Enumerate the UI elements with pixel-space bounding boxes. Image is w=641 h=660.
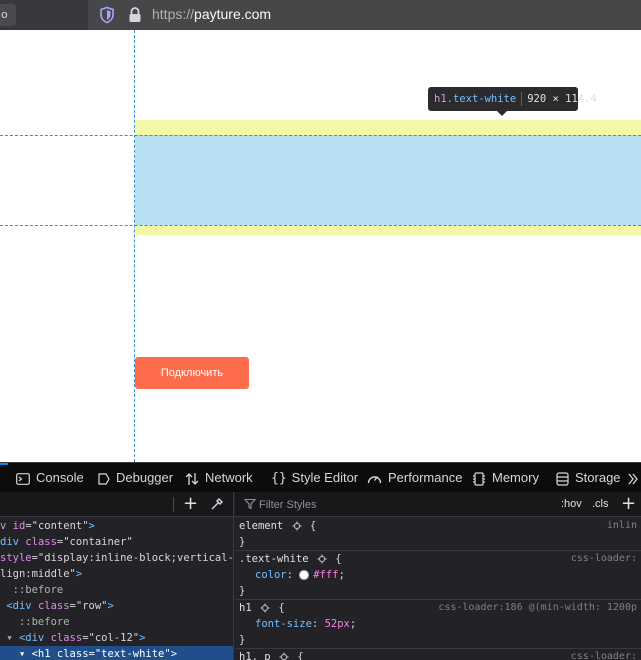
gear-icon[interactable] [260, 603, 270, 613]
filter-icon [244, 498, 256, 510]
tab-network-label: Network [205, 470, 253, 485]
rule-close: } [239, 536, 246, 548]
rule-selector[interactable]: h1, p [239, 651, 271, 660]
rule-h1: h1 { font-size: 52px; } css-loader:186 @… [235, 600, 641, 649]
lock-icon[interactable] [127, 6, 143, 24]
rule-source[interactable]: inlin [607, 518, 637, 534]
tab-console[interactable]: Console [16, 463, 84, 493]
rule-close: } [239, 634, 246, 646]
rule-source[interactable]: css-loader: [571, 551, 637, 567]
guide-vertical [134, 30, 135, 462]
tooltip-dimensions: 920 × 114.4 [527, 93, 597, 105]
eyedropper-icon[interactable] [210, 497, 224, 511]
url-host: payture.com [194, 6, 272, 22]
gear-icon[interactable] [317, 554, 327, 564]
page-viewport: h1.text-white 920 × 114.4 Подключить [0, 30, 641, 462]
active-tab-indicator [0, 463, 8, 465]
rule-open: { [335, 553, 342, 565]
storage-icon [556, 471, 569, 486]
rule-source[interactable]: css-loader: [571, 649, 637, 660]
tab-console-label: Console [36, 470, 84, 485]
tab-debugger[interactable]: Debugger [98, 463, 173, 493]
property-value[interactable]: 52px [325, 618, 350, 630]
highlight-content-box [135, 135, 641, 225]
markup-line[interactable]: style="display:inline-block;vertical- [0, 550, 233, 566]
overflow-icon [628, 473, 638, 484]
tooltip-class: .text-white [446, 93, 517, 105]
add-node-button[interactable]: + [183, 493, 198, 515]
markup-tree[interactable]: v id="content"> div class="container" st… [0, 518, 233, 660]
rule-selector[interactable]: .text-white [239, 553, 309, 565]
class-toggle[interactable]: .cls [592, 492, 609, 517]
tab-network[interactable]: Network [185, 463, 253, 493]
guide-horizontal-top [0, 135, 641, 136]
markup-line[interactable]: v id="content"> [0, 518, 233, 534]
markup-toolbar: + [0, 492, 233, 517]
rule-open: { [309, 520, 317, 532]
markup-line-selected[interactable]: ▾ <h1 class="text-white"> [0, 646, 233, 660]
tab-edge[interactable]: o [0, 4, 16, 26]
connect-button[interactable]: Подключить [135, 357, 249, 389]
property-name[interactable]: color [239, 569, 287, 581]
rule-text-white: .text-white { color: #fff; } css-loader: [235, 551, 641, 600]
rule-open: { [297, 651, 304, 660]
markup-line[interactable]: div class="container" [0, 534, 233, 550]
markup-pane: + v id="content"> div class="container" … [0, 492, 234, 660]
inspector-tooltip: h1.text-white 920 × 114.4 [428, 87, 597, 111]
tab-memory[interactable]: Memory [472, 463, 539, 493]
rules-toolbar: :hov .cls + [235, 492, 641, 517]
property-value[interactable]: #fff [313, 569, 338, 581]
rule-h1-p: h1, p { css-loader: [235, 649, 641, 660]
property-name[interactable]: font-size [239, 618, 312, 630]
url-bar: o https://payture.com [0, 0, 641, 30]
memory-icon [473, 471, 485, 486]
tab-debugger-label: Debugger [116, 470, 174, 485]
url-text[interactable]: https://payture.com [152, 6, 271, 22]
rule-close: } [239, 585, 246, 597]
hover-state-toggle[interactable]: :hov [561, 492, 582, 517]
more-tools-button[interactable] [627, 463, 639, 493]
tooltip-separator [521, 92, 523, 106]
tab-style-editor[interactable]: {} Style Editor [271, 463, 358, 493]
tab-style-editor-label: Style Editor [291, 470, 359, 485]
markup-line[interactable]: ▾ <div class="col-12"> [0, 630, 233, 646]
add-rule-button[interactable]: + [621, 493, 636, 515]
devtools-body: + v id="content"> div class="container" … [0, 492, 641, 660]
markup-line[interactable]: <div class="row"> [0, 598, 233, 614]
url-scheme: https:// [152, 6, 195, 22]
tab-performance-label: Performance [388, 470, 463, 485]
color-swatch[interactable] [299, 570, 310, 580]
performance-icon [367, 476, 382, 484]
tracking-shield-icon[interactable] [98, 6, 116, 24]
tooltip-arrow [497, 111, 507, 116]
rules-list: element { } inlin .text-white { color: #… [235, 518, 641, 660]
gear-icon[interactable] [292, 521, 302, 531]
tab-memory-label: Memory [492, 470, 539, 485]
rule-selector[interactable]: h1 [239, 602, 252, 614]
tooltip-tag: h1 [434, 93, 447, 105]
toolbar-separator [173, 497, 174, 512]
markup-line[interactable]: lign:middle"> [0, 566, 233, 582]
markup-line[interactable]: ::before [0, 614, 233, 630]
rule-selector[interactable]: element [239, 520, 283, 532]
markup-line[interactable]: ::before [0, 582, 233, 598]
gear-icon[interactable] [279, 652, 289, 660]
tab-storage[interactable]: Storage [556, 463, 621, 493]
filter-styles-input[interactable] [259, 496, 519, 513]
console-icon [16, 472, 30, 485]
devtools-tab-bar: Console Debugger Network {} Style Editor … [0, 462, 641, 492]
rule-source[interactable]: css-loader:186 @(min-width: 1200p [438, 600, 637, 616]
rules-pane: :hov .cls + element { } inlin .text-whit… [235, 492, 641, 660]
debugger-icon [98, 472, 110, 485]
network-icon [185, 472, 199, 485]
tab-performance[interactable]: Performance [367, 463, 462, 493]
guide-horizontal-bottom [0, 225, 641, 226]
style-editor-icon: {} [271, 470, 287, 486]
rule-element: element { } inlin [235, 518, 641, 551]
tab-storage-label: Storage [575, 470, 621, 485]
rule-open: { [278, 602, 285, 614]
